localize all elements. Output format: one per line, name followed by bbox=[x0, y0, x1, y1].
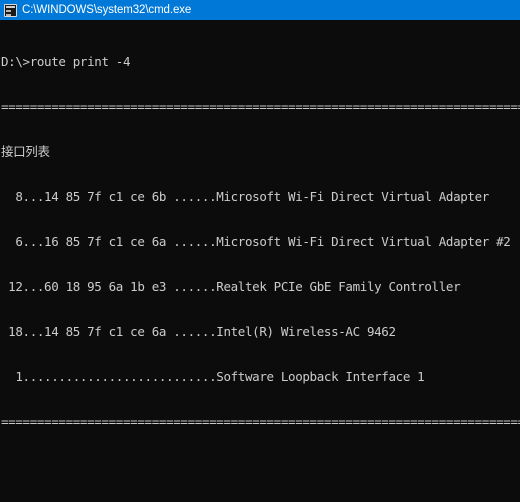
window-title: C:\WINDOWS\system32\cmd.exe bbox=[22, 4, 192, 16]
console-output[interactable]: D:\>route print -4 =====================… bbox=[0, 20, 520, 502]
cmd-console-icon bbox=[4, 3, 17, 17]
interface-row: 18...14 85 7f c1 ce 6a ......Intel(R) Wi… bbox=[1, 324, 396, 339]
prompt-line: D:\>route print -4 bbox=[1, 54, 131, 69]
interface-list-heading: 接口列表 bbox=[1, 144, 50, 159]
title-bar[interactable]: C:\WINDOWS\system32\cmd.exe bbox=[0, 0, 520, 20]
interface-row: 8...14 85 7f c1 ce 6b ......Microsoft Wi… bbox=[1, 189, 489, 204]
interface-row: 1...........................Software Loo… bbox=[1, 369, 425, 384]
separator-line: ========================================… bbox=[1, 99, 520, 114]
separator-line: ========================================… bbox=[1, 414, 520, 429]
interface-row: 6...16 85 7f c1 ce 6a ......Microsoft Wi… bbox=[1, 234, 511, 249]
cmd-window: C:\WINDOWS\system32\cmd.exe D:\>route pr… bbox=[0, 0, 520, 502]
interface-row: 12...60 18 95 6a 1b e3 ......Realtek PCI… bbox=[1, 279, 461, 294]
